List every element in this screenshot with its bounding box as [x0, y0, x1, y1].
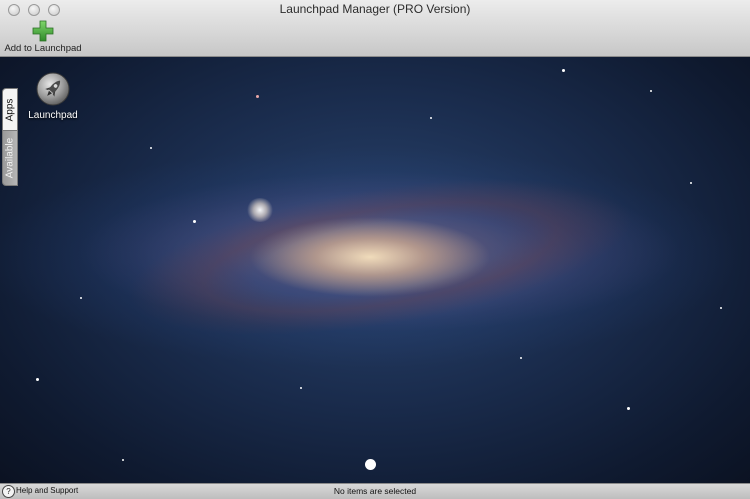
- side-tab-bar: Apps Available: [2, 88, 18, 186]
- add-to-launchpad-label: Add to Launchpad: [4, 43, 82, 54]
- app-item-launchpad[interactable]: Launchpad: [24, 72, 82, 124]
- rocket-icon: [36, 72, 70, 106]
- wallpaper-star: [690, 182, 692, 184]
- wallpaper-star: [720, 307, 722, 309]
- wallpaper-star: [627, 407, 630, 410]
- tab-apps[interactable]: Apps: [2, 88, 18, 130]
- plus-icon: [32, 20, 54, 42]
- wallpaper-companion-galaxy: [246, 198, 274, 222]
- launchpad-page-area[interactable]: [0, 57, 750, 483]
- wallpaper-star: [256, 95, 259, 98]
- tab-available[interactable]: Available: [2, 130, 18, 186]
- wallpaper-star: [122, 459, 124, 461]
- wallpaper-star: [430, 117, 432, 119]
- wallpaper-star: [36, 378, 39, 381]
- tab-apps-label: Apps: [4, 98, 16, 121]
- galaxy-wallpaper: [71, 131, 689, 383]
- add-to-launchpad-button[interactable]: Add to Launchpad: [2, 18, 84, 54]
- wallpaper-star: [300, 387, 302, 389]
- wallpaper-star: [80, 297, 82, 299]
- wallpaper-star: [193, 220, 196, 223]
- status-bar: ? Help and Support No items are selected: [0, 483, 750, 499]
- page-indicator-dot[interactable]: [365, 459, 376, 470]
- selection-status: No items are selected: [333, 486, 417, 496]
- wallpaper-star: [562, 69, 565, 72]
- tab-available-label: Available: [4, 137, 16, 179]
- title-toolbar: Launchpad Manager (PRO Version) Add to L…: [0, 0, 750, 57]
- launchpad-manager-window: Launchpad Manager (PRO Version) Add to L…: [0, 0, 750, 499]
- wallpaper-star: [650, 90, 652, 92]
- wallpaper-star: [150, 147, 152, 149]
- window-title: Launchpad Manager (PRO Version): [279, 2, 471, 16]
- wallpaper-star: [520, 357, 522, 359]
- app-label: Launchpad: [28, 110, 78, 121]
